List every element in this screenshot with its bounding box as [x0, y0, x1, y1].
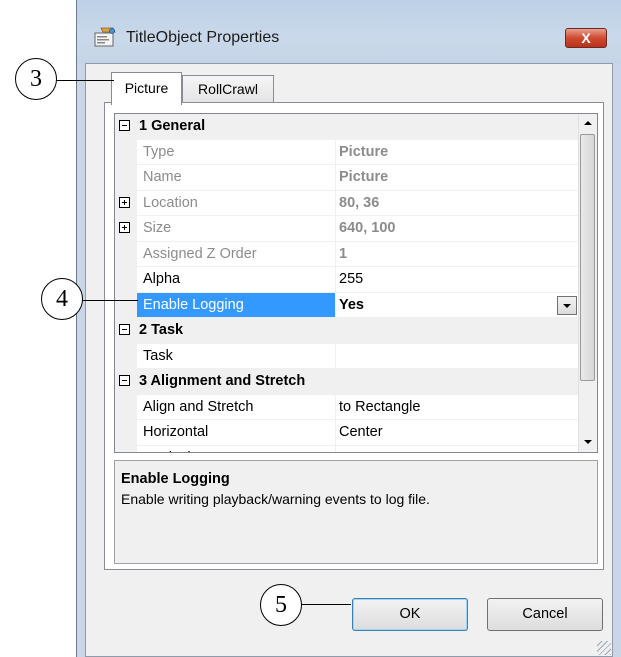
- description-title: Enable Logging: [121, 471, 230, 487]
- property-name: Alpha: [143, 271, 181, 287]
- grid-property-row[interactable]: Enable Logging Yes: [115, 292, 579, 318]
- property-name: Vertical: [143, 450, 191, 453]
- scroll-thumb[interactable]: [580, 134, 595, 381]
- property-name: Location: [143, 194, 198, 211]
- grid-category-row[interactable]: 2 Task: [115, 318, 579, 344]
- grid-column-divider: [335, 394, 336, 420]
- callout-3: 3: [15, 58, 57, 100]
- grid-column-divider: [335, 139, 336, 165]
- grid-property-row[interactable]: Vertical Center: [115, 445, 579, 453]
- category-label: 1 General: [139, 118, 206, 134]
- callout-4-leader: [82, 300, 138, 301]
- properties-icon: [94, 27, 116, 47]
- callout-3-leader: [56, 80, 114, 81]
- property-name: Name: [143, 169, 182, 185]
- grid-property-row[interactable]: Task: [115, 343, 579, 369]
- scroll-down-icon[interactable]: [580, 434, 596, 451]
- property-value: 80, 36: [339, 194, 380, 211]
- property-value: Picture: [339, 169, 389, 185]
- ok-button[interactable]: OK: [352, 598, 468, 631]
- property-name: Horizontal: [143, 424, 209, 440]
- property-name: Align and Stretch: [143, 398, 254, 415]
- chevron-down-icon[interactable]: [557, 295, 577, 315]
- collapse-icon[interactable]: [119, 324, 130, 335]
- grid-property-row[interactable]: Horizontal Center: [115, 420, 579, 446]
- grid-column-divider: [335, 165, 336, 191]
- close-button[interactable]: X: [565, 28, 607, 48]
- title-bar[interactable]: TitleObject Properties X: [77, 0, 621, 64]
- property-name: Assigned Z Order: [143, 245, 257, 262]
- cancel-button[interactable]: Cancel: [487, 598, 603, 631]
- callout-4: 4: [41, 278, 83, 320]
- scroll-up-icon[interactable]: [580, 115, 596, 132]
- category-label: 3 Alignment and Stretch: [139, 373, 306, 389]
- collapse-icon[interactable]: [119, 120, 130, 131]
- grid-category-row[interactable]: 1 General: [115, 114, 579, 140]
- grid-gutter: [115, 139, 137, 165]
- tab-panel-picture: 1 General Type Picture Name Picture Location 8…: [104, 102, 604, 570]
- grid-column-divider: [335, 292, 336, 318]
- callout-5-leader: [301, 604, 351, 605]
- expand-icon[interactable]: [119, 222, 130, 233]
- grid-gutter: [115, 343, 137, 369]
- close-icon: X: [581, 30, 591, 46]
- property-name: Size: [143, 220, 172, 236]
- grid-gutter: [115, 165, 137, 191]
- property-value[interactable]: Center: [339, 450, 383, 453]
- grid-column-divider: [335, 267, 336, 293]
- window-title: TitleObject Properties: [126, 29, 280, 46]
- grid-column-divider: [335, 216, 336, 242]
- grid-gutter: [115, 267, 137, 293]
- grid-column-divider: [335, 190, 336, 216]
- grid-gutter: [115, 292, 137, 318]
- property-value: Picture: [339, 143, 389, 160]
- grid-gutter: [115, 420, 137, 446]
- property-name: Type: [143, 143, 175, 160]
- grid-property-row[interactable]: Alpha 255: [115, 267, 579, 293]
- callout-5: 5: [260, 584, 302, 626]
- property-value[interactable]: Center: [339, 424, 383, 440]
- grid-gutter: [115, 394, 137, 420]
- grid-category-row[interactable]: 3 Alignment and Stretch: [115, 369, 579, 395]
- description-panel: Enable Logging Enable writing playback/w…: [114, 460, 598, 564]
- property-grid-scrollbar[interactable]: [578, 114, 597, 452]
- property-value: 1: [339, 245, 348, 262]
- grid-column-divider: [335, 343, 336, 369]
- grid-property-row[interactable]: Name Picture: [115, 165, 579, 191]
- collapse-icon[interactable]: [119, 375, 130, 386]
- grid-property-row[interactable]: Type Picture: [115, 139, 579, 165]
- grid-column-divider: [335, 241, 336, 267]
- property-value[interactable]: to Rectangle: [339, 399, 420, 415]
- grid-column-divider: [335, 420, 336, 446]
- resize-grip-icon[interactable]: [597, 641, 611, 655]
- grid-property-row[interactable]: Location 80, 36: [115, 190, 579, 216]
- expand-icon[interactable]: [119, 196, 130, 208]
- property-value[interactable]: Yes: [339, 297, 364, 313]
- property-value[interactable]: 255: [339, 271, 363, 287]
- grid-gutter: [115, 241, 137, 267]
- dialog-client: Picture RollCrawl 1 General Type Picture Na…: [85, 63, 613, 657]
- description-text: Enable writing playback/warning events t…: [121, 491, 430, 507]
- tab-picture[interactable]: Picture: [111, 72, 182, 105]
- property-name: Enable Logging: [143, 296, 244, 313]
- property-value: 640, 100: [339, 220, 396, 236]
- tab-rollcrawl-label: RollCrawl: [198, 81, 258, 97]
- grid-gutter: [115, 445, 137, 452]
- tab-rollcrawl[interactable]: RollCrawl: [182, 75, 274, 103]
- grid-column-divider: [335, 445, 336, 452]
- property-grid: 1 General Type Picture Name Picture Location 8…: [114, 113, 598, 453]
- category-label: 2 Task: [139, 322, 184, 338]
- grid-property-row[interactable]: Size 640, 100: [115, 216, 579, 242]
- grid-property-row[interactable]: Assigned Z Order 1: [115, 241, 579, 267]
- properties-dialog: TitleObject Properties X Picture RollCra…: [76, 0, 621, 657]
- tab-picture-label: Picture: [124, 80, 169, 96]
- grid-property-row[interactable]: Align and Stretch to Rectangle: [115, 394, 579, 420]
- property-name: Task: [143, 347, 173, 364]
